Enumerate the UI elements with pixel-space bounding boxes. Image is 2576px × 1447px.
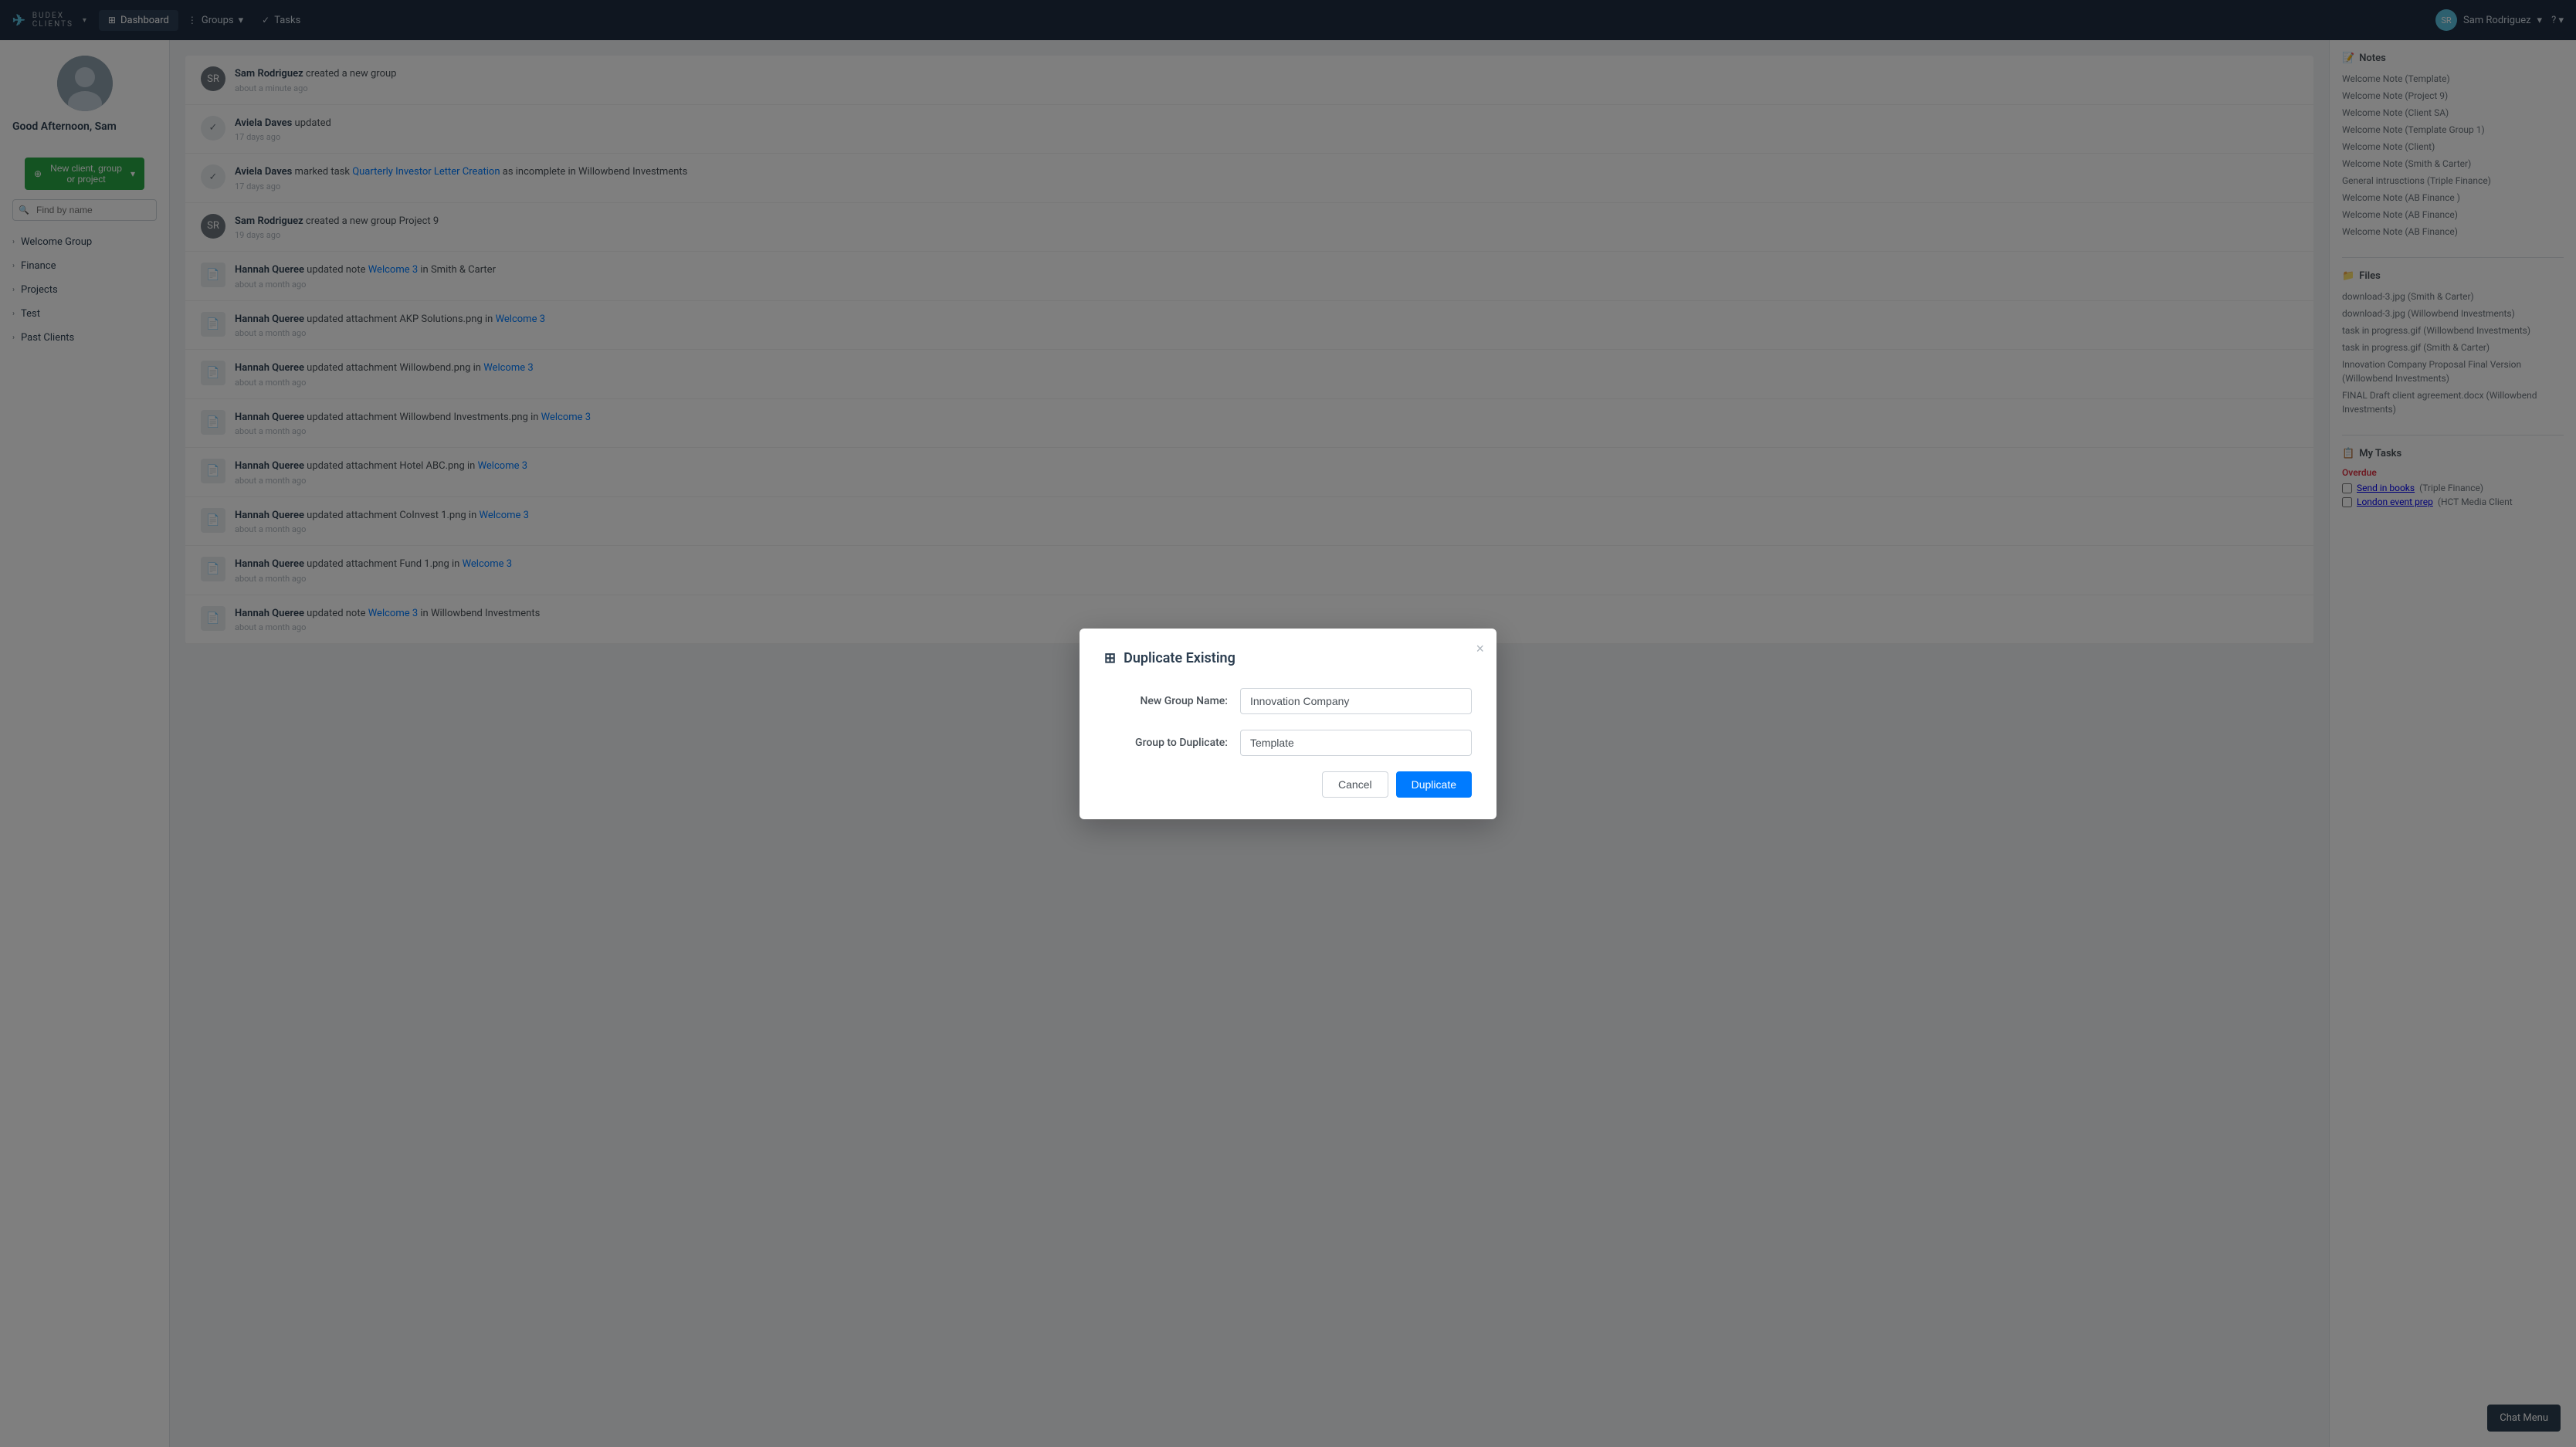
modal-title-icon: ⊞ (1104, 650, 1116, 666)
modal-title: ⊞ Duplicate Existing (1104, 650, 1472, 666)
duplicate-modal: × ⊞ Duplicate Existing New Group Name: G… (1080, 629, 1496, 819)
group-to-duplicate-input[interactable] (1240, 730, 1472, 756)
group-to-duplicate-row: Group to Duplicate: (1104, 730, 1472, 756)
modal-footer: Cancel Duplicate (1104, 771, 1472, 798)
new-group-name-label: New Group Name: (1104, 695, 1228, 707)
modal-overlay: × ⊞ Duplicate Existing New Group Name: G… (0, 0, 2576, 1447)
duplicate-button[interactable]: Duplicate (1396, 771, 1472, 798)
new-group-name-row: New Group Name: (1104, 688, 1472, 714)
modal-close-button[interactable]: × (1476, 641, 1484, 657)
group-to-duplicate-label: Group to Duplicate: (1104, 737, 1228, 749)
new-group-name-input[interactable] (1240, 688, 1472, 714)
cancel-button[interactable]: Cancel (1322, 771, 1388, 798)
